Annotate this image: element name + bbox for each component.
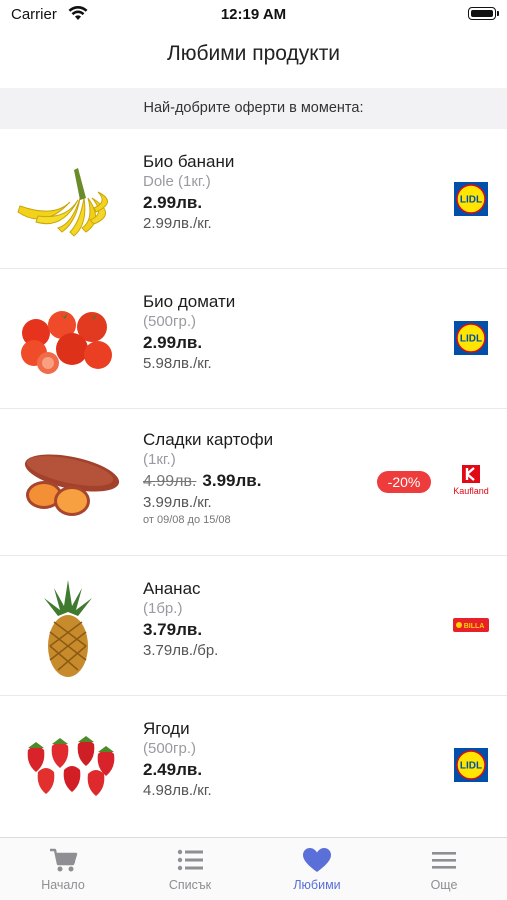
tab-home-label: Начало [41, 878, 85, 892]
product-price: 2.99лв. [143, 193, 203, 212]
sweet-potato-image [24, 454, 120, 516]
svg-text:LIDL: LIDL [460, 334, 482, 345]
billa-logo: BILLA [453, 618, 489, 632]
product-info: Сладки картофи (1кг.) 4.99лв. 3.99лв. 3.9… [143, 429, 273, 528]
product-size: (1кг.) [143, 451, 176, 468]
tab-bar: Начало Списък Любими Още [0, 837, 507, 900]
tab-home[interactable]: Начало [0, 838, 126, 900]
tab-more[interactable]: Още [381, 838, 507, 900]
tab-favorites[interactable]: Любими [254, 838, 380, 900]
product-unit-price: 4.98лв./кг. [143, 782, 212, 799]
strawberries-image [27, 736, 115, 796]
lidl-logo: LIDL [454, 748, 488, 782]
product-info: Био домати (500гр.) 2.99лв. 5.98лв./кг. [143, 291, 235, 374]
product-row-pineapple[interactable]: Ананас (1бр.) 3.79лв. 3.79лв./бр. BILLA [0, 556, 507, 696]
tab-favorites-label: Любими [293, 878, 341, 892]
status-bar: Carrier 12:19 AM [0, 0, 507, 30]
lidl-logo: LIDL [454, 321, 488, 355]
product-name: Ананас [143, 579, 201, 598]
product-name: Ягоди [143, 719, 190, 738]
offers-banner: Най-добрите оферти в момента: [0, 88, 507, 129]
tab-list-label: Списък [168, 878, 212, 892]
product-unit-price: 5.98лв./кг. [143, 355, 212, 372]
tab-more-label: Още [430, 878, 458, 892]
cart-icon [50, 848, 78, 872]
product-name: Био домати [143, 292, 236, 311]
svg-text:BILLA: BILLA [464, 623, 485, 630]
product-unit-price: 2.99лв./кг. [143, 215, 212, 232]
tab-list[interactable]: Списък [127, 838, 253, 900]
product-price: 3.99лв. [202, 471, 262, 490]
svg-text:LIDL: LIDL [460, 761, 482, 772]
list-icon [177, 849, 203, 871]
product-old-price: 4.99лв. [143, 473, 197, 490]
battery-icon [468, 7, 499, 20]
product-info: Био банани Dole (1кг.) 2.99лв. 2.99лв./к… [143, 151, 234, 234]
product-unit-price: 3.79лв./бр. [143, 642, 219, 659]
product-row-tomatoes[interactable]: Био домати (500гр.) 2.99лв. 5.98лв./кг. … [0, 269, 507, 409]
product-info: Ягоди (500гр.) 2.49лв. 4.98лв./кг. [143, 718, 212, 801]
lidl-logo: LIDL [454, 182, 488, 216]
clock: 12:19 AM [220, 6, 287, 23]
bananas-image [17, 168, 108, 237]
offer-dates: от 09/08 до 15/08 [143, 514, 231, 526]
product-brand-size: Dole (1кг.) [143, 173, 211, 190]
kaufland-logo: Kaufland [450, 463, 492, 497]
product-size: (500гр.) [143, 740, 196, 757]
product-price: 2.49лв. [143, 760, 203, 779]
menu-icon [432, 852, 456, 869]
heart-icon [303, 848, 331, 872]
product-price: 2.99лв. [143, 333, 203, 352]
product-unit-price: 3.99лв./кг. [143, 494, 212, 511]
product-name: Био банани [143, 152, 235, 171]
pineapple-image [44, 580, 92, 677]
svg-text:Kaufland: Kaufland [453, 486, 489, 496]
product-info: Ананас (1бр.) 3.79лв. 3.79лв./бр. [143, 578, 218, 661]
tomatoes-image [21, 311, 112, 374]
discount-badge: -20% [377, 471, 431, 493]
offers-banner-text: Най-добрите оферти в момента: [143, 100, 364, 116]
product-price-line: 4.99лв. 3.99лв. [143, 470, 273, 493]
product-price: 3.79лв. [143, 620, 203, 639]
product-row-sweet-potatoes[interactable]: Сладки картофи (1кг.) 4.99лв. 3.99лв. 3.9… [0, 409, 507, 556]
product-row-strawberries[interactable]: Ягоди (500гр.) 2.49лв. 4.98лв./кг. LIDL [0, 696, 507, 837]
page-title: Любими продукти [166, 42, 341, 65]
product-size: (500гр.) [143, 313, 196, 330]
product-size: (1бр.) [143, 600, 183, 617]
product-row-bananas[interactable]: Био банани Dole (1кг.) 2.99лв. 2.99лв./к… [0, 130, 507, 269]
product-name: Сладки картофи [143, 430, 274, 449]
svg-text:LIDL: LIDL [460, 195, 482, 206]
